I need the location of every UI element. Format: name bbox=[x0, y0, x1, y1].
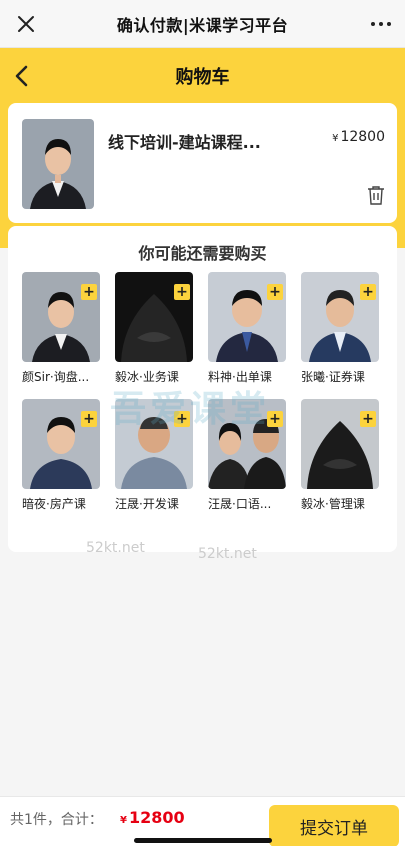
add-icon[interactable]: + bbox=[174, 284, 190, 300]
nav-bar: 购物车 bbox=[0, 48, 405, 104]
currency-symbol: ¥ bbox=[120, 815, 127, 826]
more-icon[interactable] bbox=[369, 12, 393, 36]
item-price: ¥12800 bbox=[332, 129, 385, 145]
add-icon[interactable]: + bbox=[81, 284, 97, 300]
home-indicator bbox=[134, 838, 272, 843]
course-thumbnail: + bbox=[301, 272, 379, 362]
add-icon[interactable]: + bbox=[267, 284, 283, 300]
window-title-bar: 确认付款|米课学习平台 bbox=[0, 0, 405, 48]
add-icon[interactable]: + bbox=[360, 284, 376, 300]
recommend-item-label: 颜Sir·询盘... bbox=[22, 370, 90, 384]
recommend-item[interactable]: + 暗夜·房产课 bbox=[22, 399, 102, 512]
submit-order-button[interactable]: 提交订单 bbox=[269, 805, 399, 846]
course-thumbnail: + bbox=[22, 272, 100, 362]
add-icon[interactable]: + bbox=[81, 411, 97, 427]
course-thumbnail: + bbox=[301, 399, 379, 489]
recommendations-title: 你可能还需要购买 bbox=[138, 244, 267, 263]
recommend-item-label: 汪晟·开发课 bbox=[115, 497, 179, 511]
total-price-value: 12800 bbox=[128, 808, 185, 827]
cart-item-card: 线下培训-建站课程... ¥12800 bbox=[8, 103, 397, 223]
recommend-item[interactable]: + 料神·出单课 bbox=[208, 272, 288, 385]
recommend-item-label: 毅冰·管理课 bbox=[301, 497, 365, 511]
recommend-item-label: 张曦·证券课 bbox=[301, 370, 365, 384]
currency-symbol: ¥ bbox=[332, 133, 339, 144]
back-icon[interactable] bbox=[8, 62, 36, 90]
total-price: ¥12800 bbox=[120, 808, 185, 827]
item-price-value: 12800 bbox=[340, 129, 385, 145]
course-thumbnail: + bbox=[115, 272, 193, 362]
watermark: 52kt.net bbox=[86, 540, 145, 556]
close-icon[interactable] bbox=[14, 12, 38, 36]
item-count-text: 共1件，合计： bbox=[10, 812, 103, 828]
add-icon[interactable]: + bbox=[360, 411, 376, 427]
page-title: 购物车 bbox=[175, 67, 230, 88]
recommend-item[interactable]: + 颜Sir·询盘... bbox=[22, 272, 102, 385]
recommend-item[interactable]: + 毅冰·管理课 bbox=[301, 399, 381, 512]
recommend-item-label: 汪晟·口语... bbox=[208, 497, 272, 511]
course-thumbnail: + bbox=[208, 272, 286, 362]
recommend-item[interactable]: + 毅冰·业务课 bbox=[115, 272, 195, 385]
course-thumbnail: + bbox=[22, 399, 100, 489]
watermark: 吾爱课堂 bbox=[110, 389, 271, 430]
watermark: 52kt.net bbox=[198, 546, 257, 562]
recommend-item[interactable]: + 张曦·证券课 bbox=[301, 272, 381, 385]
window-title: 确认付款|米课学习平台 bbox=[116, 15, 289, 35]
course-title[interactable]: 线下培训-建站课程... bbox=[108, 129, 288, 153]
trash-icon[interactable] bbox=[367, 185, 385, 205]
course-thumbnail[interactable] bbox=[22, 119, 94, 209]
recommend-item-label: 暗夜·房产课 bbox=[22, 497, 86, 511]
